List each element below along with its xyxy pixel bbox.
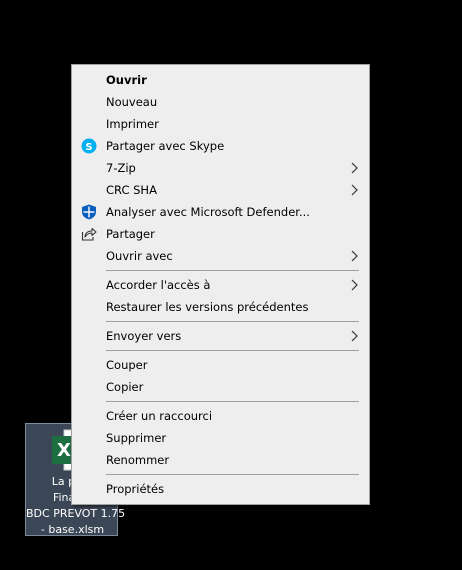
- chevron-right-icon: [351, 250, 358, 262]
- defender-icon: [82, 204, 96, 220]
- menu-item-label: Couper: [106, 358, 148, 372]
- chevron-right-icon: [351, 162, 358, 174]
- file-name-line: - base.xlsm: [40, 523, 105, 536]
- menu-item-crc-sha[interactable]: CRC SHA: [72, 179, 369, 201]
- menu-separator: [106, 474, 359, 475]
- menu-item-label: Propriétés: [106, 482, 165, 496]
- menu-item-label: Partager avec Skype: [106, 139, 225, 153]
- chevron-right-icon: [351, 279, 358, 291]
- menu-item-7zip[interactable]: 7-Zip: [72, 157, 369, 179]
- menu-item-label: Créer un raccourci: [106, 409, 213, 423]
- excel-letter: X: [57, 440, 71, 461]
- file-name-line: BDC PREVOT 1.75: [26, 507, 126, 520]
- menu-item-rename[interactable]: Renommer: [72, 449, 369, 471]
- menu-item-label: Renommer: [106, 453, 170, 467]
- menu-item-open[interactable]: Ouvrir: [72, 69, 369, 91]
- menu-separator: [106, 350, 359, 351]
- menu-item-share-skype[interactable]: S Partager avec Skype: [72, 135, 369, 157]
- menu-item-share[interactable]: Partager: [72, 223, 369, 245]
- menu-item-label: Envoyer vers: [106, 329, 182, 343]
- desktop: X La pass Finale3 BDC PREVOT 1.75 - base…: [0, 0, 462, 570]
- share-icon: [81, 227, 97, 241]
- menu-item-restore-versions[interactable]: Restaurer les versions précédentes: [72, 296, 369, 318]
- menu-item-label: Ouvrir: [106, 73, 147, 87]
- menu-item-copy[interactable]: Copier: [72, 376, 369, 398]
- menu-separator: [106, 321, 359, 322]
- menu-item-grant-access[interactable]: Accorder l'accès à: [72, 274, 369, 296]
- menu-item-label: Analyser avec Microsoft Defender...: [106, 205, 310, 219]
- menu-separator: [106, 401, 359, 402]
- menu-item-cut[interactable]: Couper: [72, 354, 369, 376]
- menu-item-print[interactable]: Imprimer: [72, 113, 369, 135]
- menu-item-defender-scan[interactable]: Analyser avec Microsoft Defender...: [72, 201, 369, 223]
- context-menu: Ouvrir Nouveau Imprimer S Partager avec …: [71, 64, 370, 505]
- menu-item-label: Accorder l'accès à: [106, 278, 211, 292]
- menu-item-label: CRC SHA: [106, 183, 157, 197]
- menu-item-label: Ouvrir avec: [106, 249, 173, 263]
- menu-item-create-shortcut[interactable]: Créer un raccourci: [72, 405, 369, 427]
- menu-item-label: Imprimer: [106, 117, 159, 131]
- menu-item-properties[interactable]: Propriétés: [72, 478, 369, 500]
- menu-item-label: 7-Zip: [106, 161, 136, 175]
- menu-item-label: Supprimer: [106, 431, 167, 445]
- menu-item-delete[interactable]: Supprimer: [72, 427, 369, 449]
- menu-item-new[interactable]: Nouveau: [72, 91, 369, 113]
- menu-item-send-to[interactable]: Envoyer vers: [72, 325, 369, 347]
- menu-item-label: Nouveau: [106, 95, 158, 109]
- menu-item-label: Copier: [106, 380, 144, 394]
- chevron-right-icon: [351, 330, 358, 342]
- svg-text:S: S: [85, 142, 92, 153]
- chevron-right-icon: [351, 184, 358, 196]
- skype-icon: S: [81, 138, 97, 154]
- menu-item-label: Restaurer les versions précédentes: [106, 300, 309, 314]
- menu-item-open-with[interactable]: Ouvrir avec: [72, 245, 369, 267]
- menu-separator: [106, 270, 359, 271]
- menu-item-label: Partager: [106, 227, 155, 241]
